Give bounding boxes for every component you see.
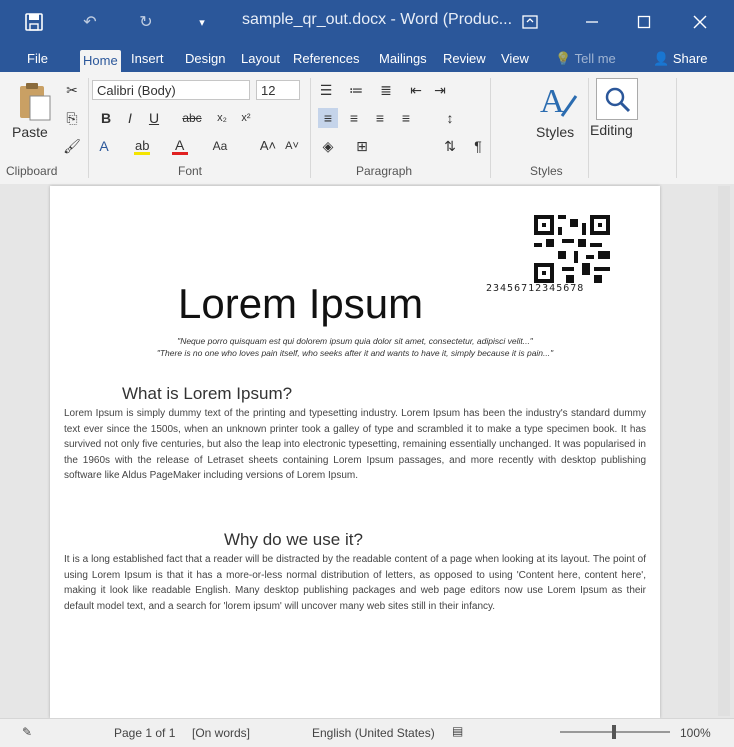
clipboard-group-label: Clipboard [6, 164, 58, 178]
quick-access-dropdown-icon[interactable]: ▾ [192, 10, 212, 34]
tab-insert[interactable]: Insert [128, 48, 167, 70]
decrease-indent-icon[interactable]: ⇤ [406, 80, 426, 100]
lightbulb-icon: 💡 [555, 51, 572, 66]
svg-text:A: A [540, 83, 565, 120]
styles-label: Styles [536, 124, 575, 140]
vertical-scrollbar[interactable] [718, 186, 730, 716]
grow-font-icon[interactable]: A˄ [258, 136, 278, 156]
numbering-icon[interactable]: ≔ [346, 80, 366, 100]
tell-me-search[interactable]: 💡 Tell me [552, 48, 619, 70]
paste-label: Paste [12, 124, 48, 140]
page-count[interactable]: Page 1 of 1 [114, 726, 175, 740]
divider [310, 78, 311, 178]
ribbon-tabs: File Home Insert Design Layout Reference… [0, 44, 734, 72]
language-indicator[interactable]: English (United States) [312, 726, 435, 740]
save-icon[interactable] [22, 10, 46, 34]
svg-text:ab: ab [135, 138, 149, 153]
document-page[interactable]: 23456712345678 Lorem Ipsum "Neque porro … [50, 186, 660, 718]
tell-me-label: Tell me [574, 51, 616, 66]
font-size-combo[interactable]: 12 [256, 80, 300, 100]
tab-references[interactable]: References [290, 48, 362, 70]
divider [88, 78, 89, 178]
divider [588, 78, 589, 178]
print-layout-icon[interactable]: ▤ [452, 724, 463, 738]
maximize-icon[interactable] [624, 6, 664, 38]
superscript-icon[interactable]: x² [236, 108, 256, 128]
align-left-icon[interactable]: ≡ [318, 108, 338, 128]
close-icon[interactable] [680, 6, 720, 38]
section-heading-1: What is Lorem Ipsum? [122, 384, 293, 403]
word-count[interactable]: [On words] [192, 726, 250, 740]
svg-text:A: A [175, 137, 185, 153]
quote-line-1: "Neque porro quisquam est qui dolorem ip… [177, 336, 533, 346]
align-right-icon[interactable]: ≡ [370, 108, 390, 128]
copy-icon[interactable]: ⎘ [62, 108, 82, 128]
align-center-icon[interactable]: ≡ [344, 108, 364, 128]
subscript-icon[interactable]: x₂ [212, 108, 232, 128]
tab-layout[interactable]: Layout [238, 48, 283, 70]
redo-icon[interactable]: ↻ [134, 10, 158, 34]
font-color-icon[interactable]: A [170, 136, 190, 156]
sort-icon[interactable]: ⇅ [440, 136, 460, 156]
tab-file[interactable]: File [24, 48, 51, 70]
tab-mailings[interactable]: Mailings [376, 48, 430, 70]
multilevel-list-icon[interactable]: ≣ [376, 80, 396, 100]
zoom-slider-thumb[interactable] [612, 725, 616, 739]
paragraph-group-label: Paragraph [356, 164, 413, 178]
highlight-icon[interactable]: ab [132, 136, 152, 156]
shrink-font-icon[interactable]: A˅ [282, 136, 302, 156]
divider [676, 78, 677, 178]
shading-icon[interactable]: ◈ [318, 136, 338, 156]
ribbon-home: Paste ✂ ⎘ 🖌 Clipboard Calibri (Body) 12 … [0, 72, 734, 185]
tab-view[interactable]: View [498, 48, 532, 70]
font-name-value: Calibri (Body) [97, 83, 176, 98]
underline-icon[interactable]: U [144, 108, 164, 128]
qr-code-caption: 23456712345678 [486, 283, 585, 294]
tab-review[interactable]: Review [440, 48, 489, 70]
share-button[interactable]: 👤 Share [650, 48, 711, 70]
editing-label: Editing [590, 122, 633, 138]
styles-icon[interactable]: A [532, 78, 580, 122]
paragraph-1: Lorem Ipsum is simply dummy text of the … [64, 408, 646, 481]
section-heading-2: Why do we use it? [224, 530, 363, 549]
document-title: sample_qr_out.docx - Word (Produc... [242, 11, 513, 28]
bold-icon[interactable]: B [96, 108, 116, 128]
tab-design[interactable]: Design [182, 48, 228, 70]
zoom-level[interactable]: 100% [680, 726, 711, 740]
font-name-combo[interactable]: Calibri (Body) [92, 80, 250, 100]
text-effects-icon[interactable]: A [94, 136, 114, 156]
bullets-icon[interactable]: ☰ [316, 80, 336, 100]
status-edit-icon: ✎ [22, 725, 33, 739]
font-group-label: Font [178, 164, 203, 178]
cut-icon[interactable]: ✂ [62, 80, 82, 100]
borders-icon[interactable]: ⊞ [352, 136, 372, 156]
change-case-icon[interactable]: Aa [210, 136, 230, 156]
strikethrough-icon[interactable]: abc [182, 108, 202, 128]
ribbon-display-options-icon[interactable] [510, 6, 550, 38]
title-bar: ↶ ↻ ▾ sample_qr_out.docx - Word (Produc.… [0, 0, 734, 44]
italic-icon[interactable]: I [120, 108, 140, 128]
find-icon[interactable] [596, 78, 638, 120]
line-spacing-icon[interactable]: ↕ [440, 108, 460, 128]
tab-home[interactable]: Home [80, 50, 121, 72]
status-bar: ✎ Page 1 of 1 [On words] English (United… [0, 718, 734, 747]
document-title-heading: Lorem Ipsum [178, 280, 424, 327]
share-label: Share [672, 51, 708, 66]
quote-line-2: "There is no one who loves pain itself, … [156, 348, 554, 358]
show-marks-icon[interactable]: ¶ [468, 136, 488, 156]
person-icon: 👤 [653, 51, 670, 66]
paste-icon[interactable] [14, 80, 54, 124]
minimize-icon[interactable] [572, 6, 612, 38]
increase-indent-icon[interactable]: ⇥ [430, 80, 450, 100]
paragraph-2: It is a long established fact that a rea… [64, 554, 646, 612]
divider [490, 78, 491, 178]
font-size-value: 12 [261, 83, 276, 98]
qr-code-image [534, 215, 610, 283]
format-painter-icon[interactable]: 🖌 [62, 136, 82, 156]
justify-icon[interactable]: ≡ [396, 108, 416, 128]
styles-group-label: Styles [530, 164, 563, 178]
undo-icon[interactable]: ↶ [78, 10, 102, 34]
